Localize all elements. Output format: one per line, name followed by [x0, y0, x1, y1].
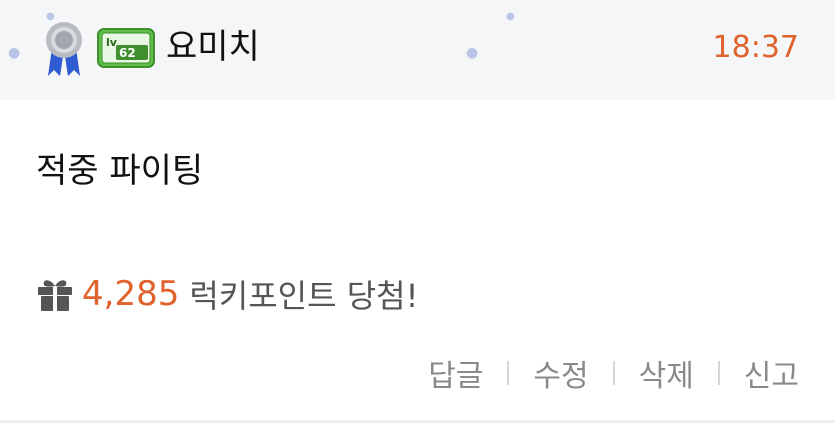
gift-icon: [38, 280, 72, 311]
decorative-sparkle-icon: ●: [506, 11, 515, 22]
decorative-sparkle-icon: ●: [8, 45, 21, 61]
svg-text:62: 62: [119, 46, 136, 60]
comment-timestamp: 18:37: [712, 30, 799, 65]
action-divider: [612, 361, 615, 385]
comment-text: 적중 파이팅: [36, 151, 204, 191]
author-name[interactable]: 요미치: [166, 24, 260, 70]
level-badge-icon: lv 62: [97, 28, 155, 68]
action-divider: [717, 361, 720, 385]
comment-actions: 답글 수정 삭제 신고: [428, 350, 799, 396]
decorative-sparkle-icon: ●: [466, 45, 479, 61]
edit-button[interactable]: 수정: [533, 351, 588, 395]
report-button[interactable]: 신고: [744, 351, 799, 395]
reply-button[interactable]: 답글: [428, 351, 483, 395]
action-divider: [507, 361, 510, 385]
comment-card: ● ● ● ● lv 62 요미치 18:37 적중 파이팅 4,285 럭키포…: [0, 0, 835, 423]
lucky-points-value: 4,285: [82, 274, 180, 314]
lucky-point-line: 4,285 럭키포인트 당첨!: [36, 270, 418, 318]
silver-medal-icon: [46, 22, 82, 76]
lucky-points-label: 럭키포인트 당첨!: [189, 277, 419, 315]
delete-button[interactable]: 삭제: [639, 351, 694, 395]
comment-header: ● ● ● ● lv 62 요미치 18:37: [0, 0, 835, 100]
